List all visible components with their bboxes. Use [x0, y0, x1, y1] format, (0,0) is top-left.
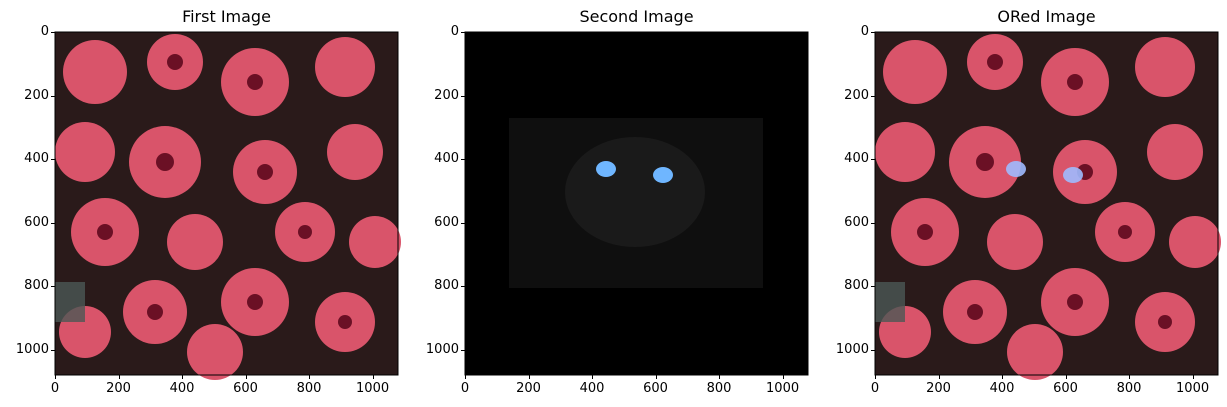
- panel-title: First Image: [182, 7, 271, 26]
- x-tick-label: 600: [643, 381, 668, 396]
- panel-ored-image: ORed Image: [820, 0, 1227, 407]
- y-tick-label: 600: [434, 214, 459, 230]
- y-tick-label: 400: [434, 151, 459, 167]
- y-tick-mark: [461, 286, 465, 288]
- y-tick-mark: [871, 32, 875, 33]
- second-image-axes: [464, 31, 809, 376]
- y-tick-label: 400: [844, 151, 869, 167]
- y-tick-mark: [461, 32, 465, 33]
- x-tick-label: 1000: [356, 381, 390, 396]
- y-tick-label: 0: [860, 24, 869, 39]
- x-tick-label: 200: [926, 381, 951, 396]
- y-tick-label: 200: [844, 87, 869, 103]
- x-tick-mark: [719, 375, 721, 379]
- x-tick-label: 200: [106, 381, 131, 396]
- y-tick-label: 1000: [15, 341, 49, 357]
- y-tick-mark: [51, 349, 55, 351]
- y-tick-label: 600: [24, 214, 49, 230]
- y-tick-label: 200: [24, 87, 49, 103]
- y-tick-label: 0: [40, 24, 49, 39]
- x-tick-label: 0: [50, 381, 60, 396]
- x-tick-mark: [118, 375, 120, 379]
- y-tick-mark: [51, 159, 55, 161]
- x-tick-mark: [782, 375, 784, 379]
- x-tick-mark: [1002, 375, 1004, 379]
- x-tick-mark: [528, 375, 530, 379]
- x-tick-mark: [55, 375, 56, 379]
- panel-first-image: First Image: [0, 0, 410, 407]
- x-tick-mark: [592, 375, 594, 379]
- y-tick-label: 800: [844, 278, 869, 294]
- y-tick-mark: [461, 349, 465, 351]
- y-tick-label: 1000: [835, 341, 869, 357]
- x-tick-mark: [182, 375, 184, 379]
- x-tick-label: 200: [516, 381, 541, 396]
- y-tick-mark: [871, 222, 875, 224]
- x-tick-mark: [1192, 375, 1194, 379]
- y-tick-mark: [461, 159, 465, 161]
- panel-title: ORed Image: [997, 7, 1096, 26]
- x-tick-mark: [309, 375, 311, 379]
- y-tick-mark: [51, 32, 55, 33]
- x-tick-mark: [1065, 375, 1067, 379]
- x-tick-label: 600: [1053, 381, 1078, 396]
- y-tick-label: 800: [434, 278, 459, 294]
- x-tick-mark: [465, 375, 466, 379]
- first-image-axes: [54, 31, 399, 376]
- x-tick-label: 400: [169, 381, 195, 396]
- x-tick-label: 1000: [1176, 381, 1210, 396]
- x-tick-label: 0: [460, 381, 470, 396]
- panel-second-image: Second Image: [410, 0, 820, 407]
- y-tick-mark: [51, 286, 55, 288]
- x-tick-label: 400: [579, 381, 605, 396]
- y-tick-label: 1000: [425, 341, 459, 357]
- y-tick-mark: [871, 95, 875, 97]
- x-tick-label: 1000: [766, 381, 800, 396]
- ored-image-axes: [874, 31, 1219, 376]
- y-tick-mark: [871, 286, 875, 288]
- panel-title: Second Image: [579, 7, 694, 26]
- x-tick-mark: [245, 375, 247, 379]
- y-tick-mark: [871, 349, 875, 351]
- x-tick-mark: [875, 375, 876, 379]
- y-tick-mark: [51, 222, 55, 224]
- y-tick-mark: [871, 159, 875, 161]
- y-tick-label: 800: [24, 278, 49, 294]
- y-tick-label: 600: [844, 214, 869, 230]
- y-tick-label: 0: [450, 24, 459, 39]
- x-tick-mark: [372, 375, 374, 379]
- x-tick-label: 800: [1116, 381, 1142, 396]
- x-tick-mark: [655, 375, 657, 379]
- y-tick-label: 200: [434, 87, 459, 103]
- x-tick-label: 400: [989, 381, 1015, 396]
- y-tick-mark: [51, 95, 55, 97]
- x-tick-label: 600: [233, 381, 258, 396]
- x-tick-mark: [1129, 375, 1131, 379]
- y-tick-label: 400: [24, 151, 49, 167]
- x-tick-label: 800: [296, 381, 322, 396]
- x-tick-label: 800: [706, 381, 732, 396]
- x-tick-label: 0: [870, 381, 880, 396]
- x-tick-mark: [938, 375, 940, 379]
- y-tick-mark: [461, 222, 465, 224]
- y-tick-mark: [461, 95, 465, 97]
